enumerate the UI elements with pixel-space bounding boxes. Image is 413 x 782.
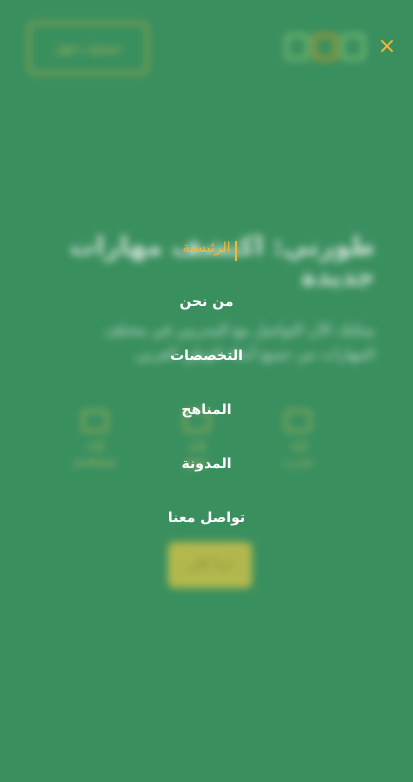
menu-item-curricula: المناهج: [0, 400, 413, 454]
menu-item-specializations: التخصصات: [0, 346, 413, 400]
menu-link-about[interactable]: من نحن: [179, 292, 233, 310]
logo-mark-1: [285, 34, 309, 60]
login-button: تسجيل دخول: [28, 22, 148, 74]
logo-mark-2: [313, 34, 337, 60]
menu-link-blog[interactable]: المدونة: [182, 454, 232, 472]
menu-link-home[interactable]: الرئيسية: [182, 238, 237, 261]
mobile-nav-menu: الرئيسية من نحن التخصصات المناهج المدونة…: [0, 238, 413, 562]
menu-item-blog: المدونة: [0, 454, 413, 508]
menu-label: الرئيسية: [182, 240, 231, 256]
menu-link-curricula[interactable]: المناهج: [181, 400, 231, 418]
menu-link-specializations[interactable]: التخصصات: [170, 346, 243, 364]
logo-mark-3: [341, 34, 365, 60]
active-indicator: [234, 241, 237, 261]
menu-item-about: من نحن: [0, 292, 413, 346]
background-header: تسجيل دخول: [28, 22, 391, 74]
logo: [285, 34, 365, 60]
close-icon[interactable]: ×: [376, 34, 398, 60]
menu-link-contact[interactable]: تواصل معنا: [168, 508, 245, 526]
menu-item-contact: تواصل معنا: [0, 508, 413, 562]
menu-item-home: الرئيسية: [0, 238, 413, 292]
